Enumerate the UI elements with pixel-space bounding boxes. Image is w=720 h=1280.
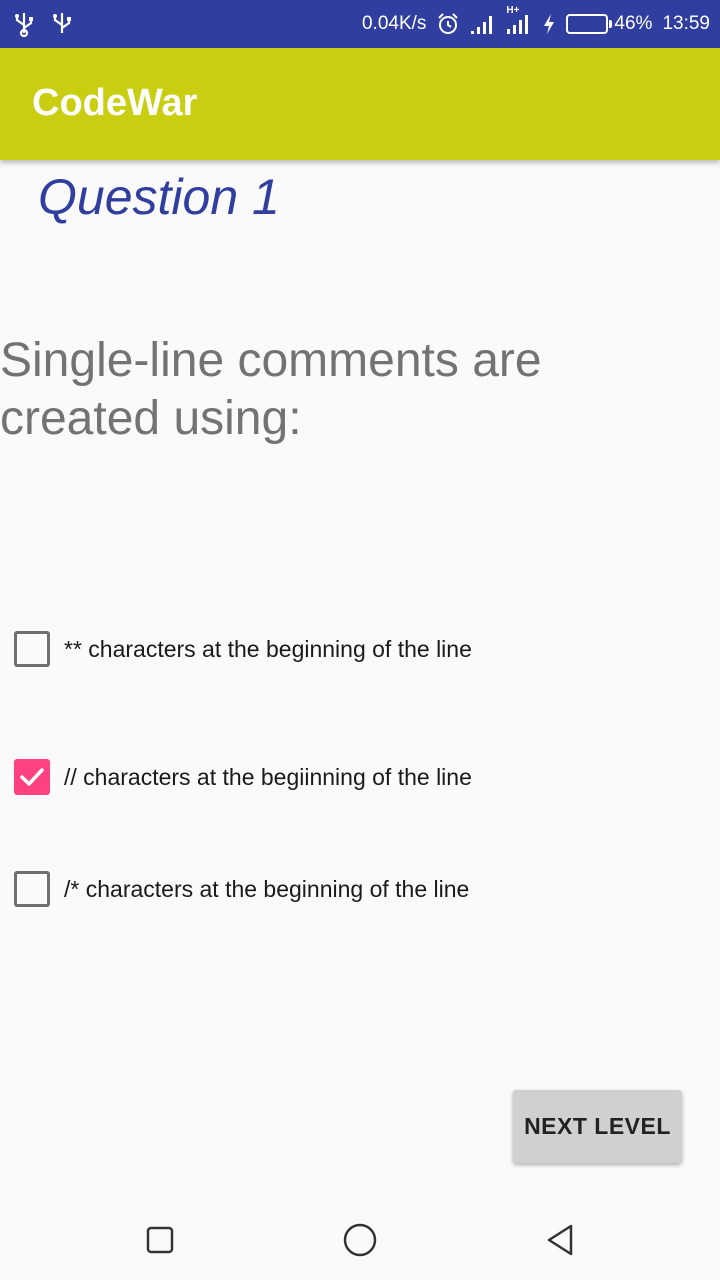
net-speed: 0.04K/s	[361, 13, 427, 34]
next-level-button[interactable]: NEXT LEVEL	[513, 1090, 682, 1163]
option-2[interactable]: // characters at the begiinning of the l…	[14, 757, 472, 797]
question-title: Question 1	[38, 169, 280, 225]
question-text: Single-line comments are created using:	[0, 334, 542, 445]
charging-icon	[542, 13, 556, 35]
option-3-checkbox[interactable]	[14, 871, 50, 907]
checkmark-icon	[20, 768, 44, 786]
status-bar-left	[12, 10, 74, 38]
clock: 13:59	[662, 13, 710, 34]
network-type: H+	[506, 5, 520, 16]
option-2-label: // characters at the begiinning of the l…	[64, 763, 472, 790]
usb-icon	[12, 11, 36, 37]
alarm-icon	[436, 12, 460, 36]
option-3[interactable]: /* characters at the beginning of the li…	[14, 869, 469, 909]
app-title: CodeWar	[32, 82, 198, 124]
signal-icon	[470, 13, 496, 35]
signal-icon: H+	[506, 5, 532, 35]
navigation-bar	[0, 1200, 720, 1280]
recents-icon[interactable]	[140, 1220, 180, 1260]
option-3-label: /* characters at the beginning of the li…	[64, 875, 470, 902]
status-bar-right: 0.04K/s H+ 46% 13:59	[362, 0, 710, 48]
option-2-checkbox[interactable]	[14, 759, 50, 795]
option-1[interactable]: ** characters at the beginning of the li…	[14, 629, 472, 669]
app-bar: CodeWar	[0, 48, 720, 160]
usb-icon	[50, 11, 74, 37]
option-1-checkbox[interactable]	[14, 631, 50, 667]
back-icon[interactable]	[540, 1220, 580, 1260]
status-bar: 0.04K/s H+ 46% 13:59	[0, 0, 720, 48]
battery-icon	[566, 14, 613, 34]
option-1-label: ** characters at the beginning of the li…	[64, 635, 472, 662]
battery-percent: 46%	[614, 13, 653, 34]
home-icon[interactable]	[340, 1220, 380, 1260]
